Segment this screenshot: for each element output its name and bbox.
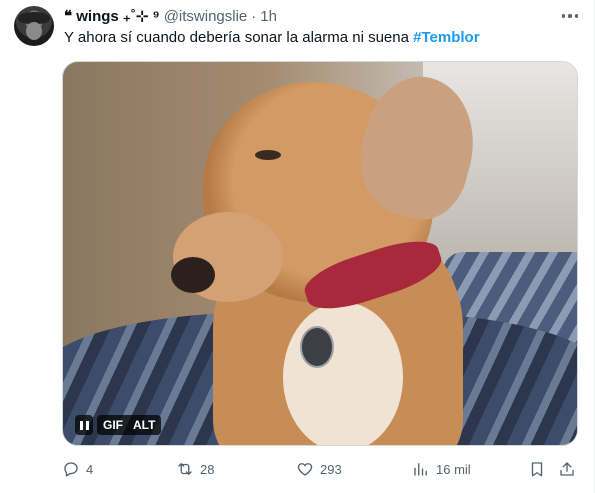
- dog-tag: [300, 326, 334, 368]
- repost-count: 28: [200, 461, 215, 477]
- author-handle[interactable]: @itswingslie: [164, 8, 248, 25]
- share-icon: [560, 462, 574, 476]
- author-name[interactable]: ❝ wings ₊˚⊹ ⁹: [64, 7, 160, 25]
- reply-icon: [64, 462, 78, 477]
- gif-media[interactable]: GIF ALT: [62, 61, 578, 446]
- tweet-body: Y ahora sí cuando debería sonar la alarm…: [64, 29, 414, 46]
- avatar-face: [26, 22, 42, 40]
- pause-icon[interactable]: [75, 415, 93, 435]
- dog-eye: [255, 150, 281, 160]
- bookmark-icon: [531, 462, 543, 477]
- repost-button[interactable]: 28: [176, 458, 214, 480]
- separator-dot: ·: [251, 7, 257, 25]
- media-controls: GIF ALT: [75, 414, 162, 436]
- repost-icon: [178, 463, 192, 475]
- tweet-header: ❝ wings ₊˚⊹ ⁹ @itswingslie · 1h: [64, 6, 277, 26]
- bookmark-button[interactable]: [528, 458, 546, 480]
- alt-button[interactable]: ALT: [133, 418, 155, 432]
- action-bar: 4 28 293 16 mil: [62, 458, 582, 480]
- share-button[interactable]: [558, 458, 576, 480]
- like-button[interactable]: 293: [296, 458, 342, 480]
- tweet-text: Y ahora sí cuando debería sonar la alarm…: [64, 28, 480, 48]
- views-button[interactable]: 16 mil: [412, 458, 471, 480]
- dog-chest: [283, 302, 403, 445]
- tweet: ❝ wings ₊˚⊹ ⁹ @itswingslie · 1h Y ahora …: [0, 0, 595, 493]
- reply-button[interactable]: 4: [62, 458, 93, 480]
- views-icon: [414, 463, 427, 476]
- avatar[interactable]: [14, 6, 54, 46]
- reply-count: 4: [86, 461, 94, 477]
- views-count: 16 mil: [436, 461, 471, 477]
- hashtag-link[interactable]: #Temblor: [413, 29, 479, 46]
- dog-nose: [171, 257, 215, 293]
- like-count: 293: [320, 461, 342, 477]
- gif-label: GIF: [103, 418, 123, 432]
- gif-alt-badge: GIF ALT: [97, 415, 162, 435]
- like-icon: [297, 463, 313, 476]
- tweet-time[interactable]: 1h: [260, 8, 277, 25]
- more-dots-icon[interactable]: [558, 6, 582, 26]
